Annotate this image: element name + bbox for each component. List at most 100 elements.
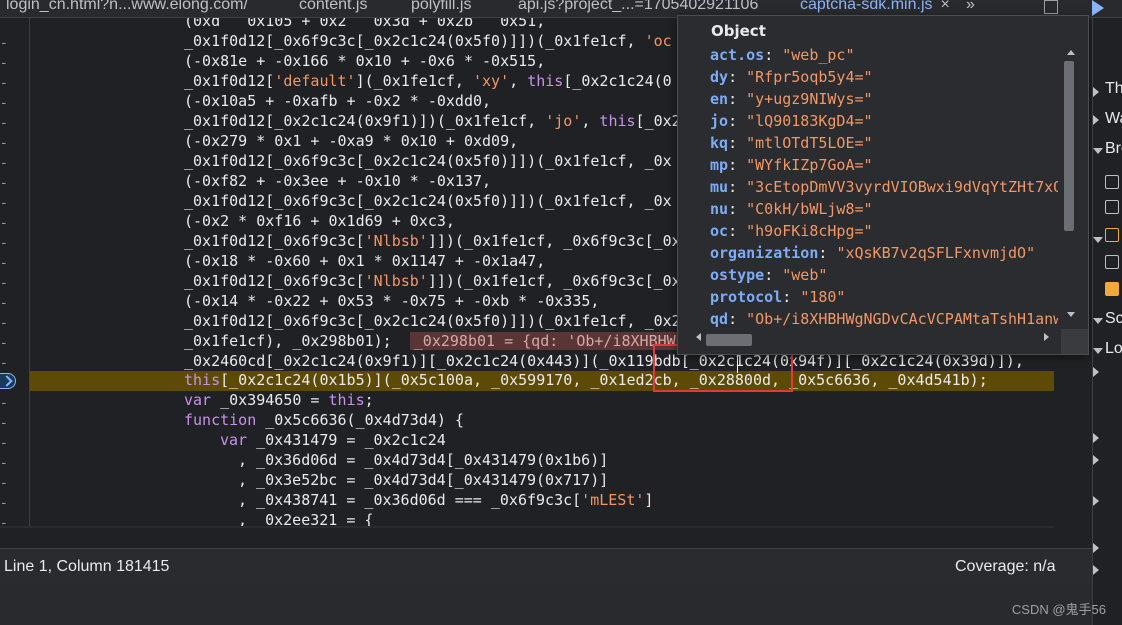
coverage-status[interactable]: Coverage: n/a	[955, 558, 1056, 576]
code-line: var _0x431479 = _0x2c1c24	[220, 431, 446, 449]
property-row[interactable]: protocol: "180"	[710, 286, 845, 308]
tab-polyfill-js[interactable]: polyfill.js	[411, 0, 472, 17]
property-row[interactable]: mu: "3cEtopDmVV3vyrdVIOBwxi9dVqYtZHt7xQ	[710, 176, 1058, 198]
collapse-arrow-icon[interactable]	[1093, 348, 1103, 354]
expand-arrow-icon[interactable]	[1093, 367, 1099, 377]
tab-label: polyfill.js	[411, 0, 472, 13]
gutter-dash: -	[0, 176, 8, 191]
gutter-dash: -	[0, 336, 8, 351]
gutter-dash: -	[0, 476, 8, 491]
scroll-left-icon[interactable]	[696, 333, 701, 341]
popover-horizontal-scrollbar[interactable]	[678, 329, 1058, 349]
section-threads[interactable]: Th	[1105, 80, 1122, 98]
property-row[interactable]: organization: "xQsKB7v2qSFLFxnvmjdO"	[710, 242, 1035, 264]
drawer-strip	[0, 584, 1092, 625]
gutter-dash: -	[0, 156, 8, 171]
collapse-arrow-icon[interactable]	[1093, 148, 1103, 154]
breakpoint-checkbox-checked[interactable]	[1105, 282, 1119, 296]
property-row[interactable]: kq: "mtlOTdT5LOE="	[710, 132, 873, 154]
gutter-dash: -	[0, 396, 8, 411]
toggle-sidebar-icon[interactable]	[1044, 0, 1058, 14]
gutter-dash: -	[0, 236, 8, 251]
expand-arrow-icon[interactable]	[1093, 433, 1099, 443]
gutter-dash: -	[0, 496, 8, 511]
breakpoint-checkbox[interactable]	[1105, 255, 1119, 269]
scroll-down-icon[interactable]	[1067, 312, 1075, 317]
scroll-up-icon[interactable]	[1067, 50, 1075, 55]
checkbox-pause-caught[interactable]	[1105, 200, 1119, 214]
expand-arrow-icon[interactable]	[1093, 565, 1099, 575]
scrollbar-thumb[interactable]	[1064, 61, 1074, 231]
expand-arrow-icon[interactable]	[1093, 455, 1099, 465]
popover-title: Object	[711, 22, 766, 40]
gutter-dash: -	[0, 456, 8, 471]
property-row[interactable]: act.os: "web_pc"	[710, 44, 855, 66]
scrollbar-corner	[1061, 329, 1088, 354]
text-cursor	[737, 355, 738, 373]
code-line: , _0x3e52bc = _0x4d73d4[_0x431479(0x717)…	[238, 471, 609, 489]
scope-local[interactable]: Lo	[1105, 340, 1122, 358]
current-execution-line: this[_0x2c1c24(0x1b5)](_0x5c100a, _0x599…	[30, 371, 1054, 391]
scrollbar-thumb[interactable]	[706, 334, 752, 346]
cursor-position: Line 1, Column 181415	[4, 558, 170, 575]
tab-content-js[interactable]: content.js	[299, 0, 368, 17]
expand-arrow-icon[interactable]	[1093, 115, 1099, 125]
gutter-dash: -	[0, 356, 8, 371]
code-line: , _0x438741 = _0x36d06d === _0x6f9c3c['m…	[238, 491, 654, 509]
property-row[interactable]: dy: "Rfpr5oqb5y4="	[710, 66, 873, 88]
collapse-arrow-icon[interactable]	[1093, 318, 1103, 324]
gutter-dash: -	[0, 116, 8, 131]
scroll-right-icon[interactable]	[1044, 333, 1049, 341]
section-watch[interactable]: Wa	[1105, 110, 1122, 128]
code-line: , _0x36d06d = _0x4d73d4[_0x431479(0x1b6)…	[238, 451, 609, 469]
gutter-dash: -	[0, 276, 8, 291]
gutter-dash: -	[0, 216, 8, 231]
gutter-dash: -	[0, 256, 8, 271]
popover-vertical-scrollbar[interactable]	[1061, 46, 1079, 326]
gutter-dash: -	[0, 76, 8, 91]
section-scope[interactable]: Sco	[1105, 310, 1122, 328]
code-line: var _0x394650 = this;	[184, 391, 374, 409]
property-row[interactable]: oc: "h9oFKi8cHpg="	[710, 220, 873, 242]
debugger-sidebar: Th Wa Bre Pa Pa Sco Lo	[1092, 18, 1122, 625]
section-breakpoints[interactable]: Bre	[1105, 140, 1122, 158]
expand-arrow-icon[interactable]	[1093, 496, 1099, 506]
gutter-dash: -	[0, 316, 8, 331]
property-row[interactable]: jo: "lQ90183KgD4="	[710, 110, 873, 132]
status-bar: Line 1, Column 181415 Coverage: n/a	[0, 548, 1092, 584]
gutter-dash: -	[0, 96, 8, 111]
gutter-dash: -	[0, 416, 8, 431]
code-line: function _0x5c6636(_0x4d73d4) {	[184, 411, 464, 429]
expand-arrow-icon[interactable]	[1093, 87, 1099, 97]
property-row[interactable]: ostype: "web"	[710, 264, 827, 286]
source-file-icon	[1105, 228, 1119, 242]
gutter-dash: -	[0, 136, 8, 151]
inline-value-preview[interactable]: _0x298b01 = {qd: 'Ob+/i8XHBHW	[409, 332, 680, 350]
gutter-dash: -	[0, 296, 8, 311]
close-icon[interactable]: ×	[941, 0, 950, 13]
more-tabs-icon[interactable]: »	[966, 0, 975, 14]
property-row[interactable]: qd: "Ob+/i8XHBHWgNGDvCAcVCPAMtaTshH1anw	[710, 308, 1058, 329]
line-gutter[interactable]: - - - - - - - - - - - - - - - - - - - - …	[0, 18, 30, 528]
expand-arrow-icon[interactable]	[1093, 543, 1099, 553]
gutter-dash: -	[0, 436, 8, 451]
gutter-dash: -	[0, 196, 8, 211]
property-row[interactable]: nu: "C0kH/bWLjw8="	[710, 198, 873, 220]
watermark: CSDN @鬼手56	[1011, 602, 1106, 617]
tab-login-html[interactable]: login_cn.html?n...www.elong.com/	[6, 0, 248, 17]
editor-horizontal-scrollbar[interactable]	[0, 526, 1054, 528]
object-preview-popover[interactable]: Object act.os: "web_pc" dy: "Rfpr5oqb5y4…	[677, 15, 1089, 355]
tab-label: captcha-sdk.min.js	[800, 0, 933, 13]
resume-icon[interactable]	[1092, 0, 1104, 16]
checkbox-pause-uncaught[interactable]	[1105, 175, 1119, 189]
tab-label: api.js?project_...=1705402921106	[518, 0, 759, 13]
tab-label: content.js	[299, 0, 368, 13]
property-row[interactable]: en: "y+ugz9NIWys="	[710, 88, 873, 110]
gutter-dash: -	[0, 36, 8, 51]
gutter-dash: -	[0, 56, 8, 71]
property-row[interactable]: mp: "WYfkIZp7GoA="	[710, 154, 873, 176]
collapse-arrow-icon[interactable]	[1093, 237, 1103, 243]
paused-breakpoint-marker[interactable]	[0, 373, 16, 389]
object-property-list[interactable]: act.os: "web_pc" dy: "Rfpr5oqb5y4=" en: …	[678, 44, 1058, 329]
tab-label: login_cn.html?n...www.elong.com/	[6, 0, 248, 13]
